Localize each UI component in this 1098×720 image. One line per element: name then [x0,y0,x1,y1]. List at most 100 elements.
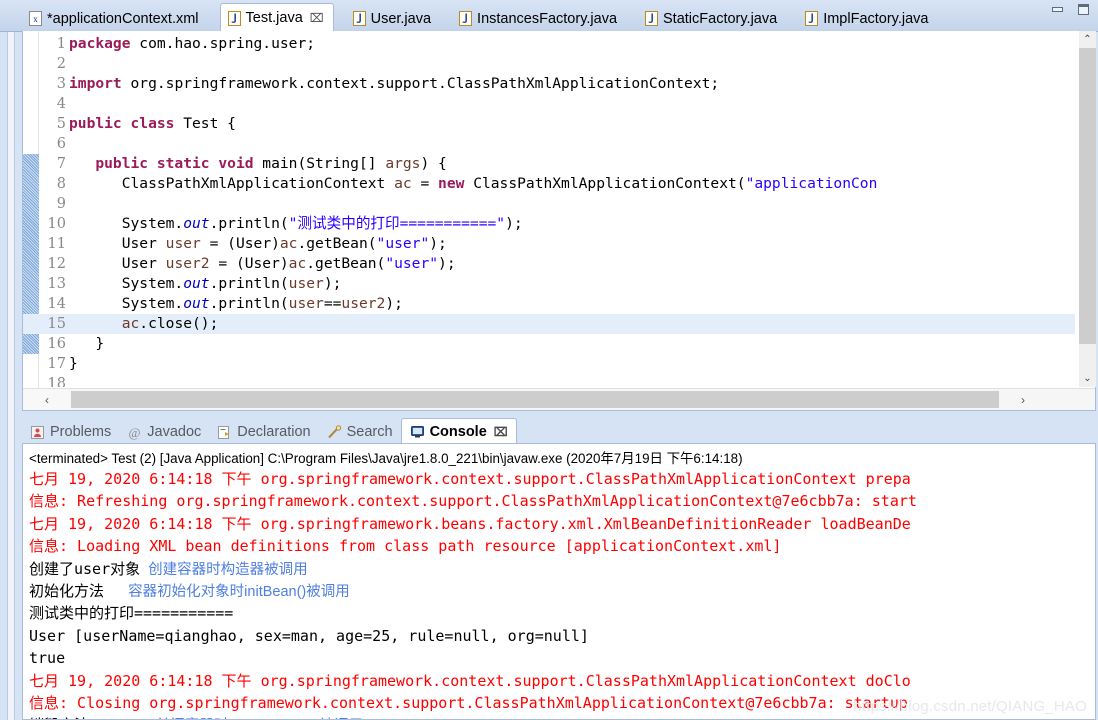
maximize-icon [1078,4,1089,15]
console-segment: 测试类中的打印=========== [29,604,234,623]
editor-tab--applicationcontext-xml[interactable]: x *applicationContext.xml [22,5,208,32]
line-number: 11 [47,236,66,252]
code-line[interactable]: 3 import org.springframework.context.supp… [23,74,1075,94]
editor-horizontal-scrollbar[interactable]: ‹ › [23,388,1095,410]
console-line: 七月 19, 2020 6:14:18 下午 org.springframewo… [29,468,1095,490]
editor-vertical-scrollbar[interactable]: ⌃ ⌄ [1078,31,1096,387]
code-line[interactable]: 13 System.out.println(user); [23,274,1075,294]
code-text[interactable]: 1 package com.hao.spring.user; 2 3 import or… [23,34,1075,387]
scroll-up-icon[interactable]: ⌃ [1079,31,1096,48]
tab-problems[interactable]: Problems [22,420,119,444]
code-token: .println( [209,215,289,232]
line-number: 9 [56,196,66,212]
code-token: user [165,235,201,252]
code-token: "测试类中的打印===========" [288,215,506,232]
code-token: main(String[] [262,155,386,172]
code-line[interactable]: 5 public class Test { [23,114,1075,134]
console-line: 测试类中的打印=========== [29,602,1095,624]
console-segment: 七月 19, 2020 6:14:18 下午 org.springframewo… [29,514,911,533]
code-line[interactable]: 8 ClassPathXmlApplicationContext ac = ne… [23,174,1075,194]
console-process-label: <terminated> Test (2) [Java Application]… [29,451,743,466]
maximize-view-button[interactable] [1075,2,1092,17]
console-line: 初始化方法 容器初始化对象时initBean()被调用 [29,580,1095,602]
console-line: 信息: Loading XML bean definitions from cl… [29,535,1095,557]
editor-tab-user-java[interactable]: User.java [346,5,440,32]
code-token: import [69,75,131,92]
tab-declaration[interactable]: Declaration [209,420,318,444]
code-token: public static void [95,155,263,172]
code-token: System. [69,215,184,232]
code-line[interactable]: 10 System.out.println("测试类中的打印==========… [23,214,1075,234]
close-icon[interactable]: ⌧ [310,12,324,24]
code-token: .println( [209,295,289,312]
code-line[interactable]: 7 public static void main(String[] args)… [23,154,1075,174]
line-number: 12 [47,256,66,272]
console-line: 销毁方法 ac.close()关闭容器时destroyBean()被调用 [29,714,1095,719]
console-view[interactable]: <terminated> Test (2) [Java Application]… [22,443,1096,720]
code-token: user2 [165,255,210,272]
code-token: out [183,275,210,292]
code-token: .println( [209,275,289,292]
editor-tab-implfactory-java[interactable]: ImplFactory.java [798,5,937,32]
console-segment: 创建了user对象 [29,559,141,578]
vscroll-track[interactable] [1079,48,1096,370]
code-line[interactable]: 17} [23,354,1075,374]
code-token: "user" [376,235,430,252]
code-viewport[interactable]: 1 package com.hao.spring.user; 2 3 import or… [23,31,1075,387]
code-token: ClassPathXmlApplicationContext( [473,175,746,192]
code-token: .getBean( [306,255,386,272]
window-controls [1049,2,1096,17]
scroll-left-icon[interactable]: ‹ [23,389,71,410]
code-token: new [438,175,474,192]
hscroll-thumb[interactable] [71,391,999,408]
code-line[interactable]: 4 [23,94,1075,114]
line-number: 16 [47,336,66,352]
code-token: = (User) [209,255,289,272]
code-token: ); [505,215,523,232]
tab-label: Declaration [237,424,311,440]
code-line[interactable]: 15 ac.close(); [23,314,1075,334]
tab-search[interactable]: Search [319,420,401,444]
code-line[interactable]: 6 [23,134,1075,154]
code-token: ac [394,175,412,192]
code-token: "user" [385,255,439,272]
vscroll-thumb[interactable] [1079,48,1096,344]
java-file-icon [352,11,366,26]
editor-tab-label: ImplFactory.java [823,10,929,27]
eclipse-ide-window: x *applicationContext.xml Test.java ⌧ User.j… [0,0,1098,720]
code-line[interactable]: 1 package com.hao.spring.user; [23,34,1075,54]
code-token: ) { [420,155,447,172]
code-line[interactable]: 12 User user2 = (User)ac.getBean("user")… [23,254,1075,274]
tab-javadoc[interactable]: @ Javadoc [119,420,209,444]
code-line[interactable]: 9 [23,194,1075,214]
scroll-right-icon[interactable]: › [999,389,1047,410]
code-token: ); [385,295,403,312]
scroll-down-icon[interactable]: ⌄ [1079,370,1096,387]
code-token: Test { [183,115,236,132]
tab-console[interactable]: Console ⌧ [400,418,517,444]
code-line[interactable]: 16 } [23,334,1075,354]
code-line[interactable]: 11 User user = (User)ac.getBean("user"); [23,234,1075,254]
console-segment: 信息: Closing org.springframework.context.… [29,693,908,712]
editor-tab-test-java[interactable]: Test.java ⌧ [219,3,334,32]
code-line[interactable]: 18 [23,374,1075,387]
code-token: ); [429,235,447,252]
xml-file-icon: x [29,11,42,26]
minimize-view-button[interactable] [1049,2,1066,17]
editor-tab-staticfactory-java[interactable]: StaticFactory.java [638,5,786,32]
code-line[interactable]: 14 System.out.println(user==user2); [23,294,1075,314]
tab-label: Problems [50,424,112,440]
line-number: 8 [56,176,66,192]
tab-label: Javadoc [147,424,202,440]
code-line[interactable]: 2 [23,54,1075,74]
editor-tab-label: *applicationContext.xml [47,10,199,27]
close-icon[interactable]: ⌧ [494,425,508,439]
console-line: 七月 19, 2020 6:14:18 下午 org.springframewo… [29,513,1095,535]
console-segment: 容器初始化对象时initBean()被调用 [104,583,350,600]
code-editor[interactable]: 1 package com.hao.spring.user; 2 3 import or… [22,31,1096,411]
editor-tab-label: InstancesFactory.java [477,10,618,27]
editor-tab-instancesfactory-java[interactable]: InstancesFactory.java [452,5,626,32]
code-token: ); [323,275,342,292]
console-line: 创建了user对象 创建容器时构造器被调用 [29,558,1095,580]
